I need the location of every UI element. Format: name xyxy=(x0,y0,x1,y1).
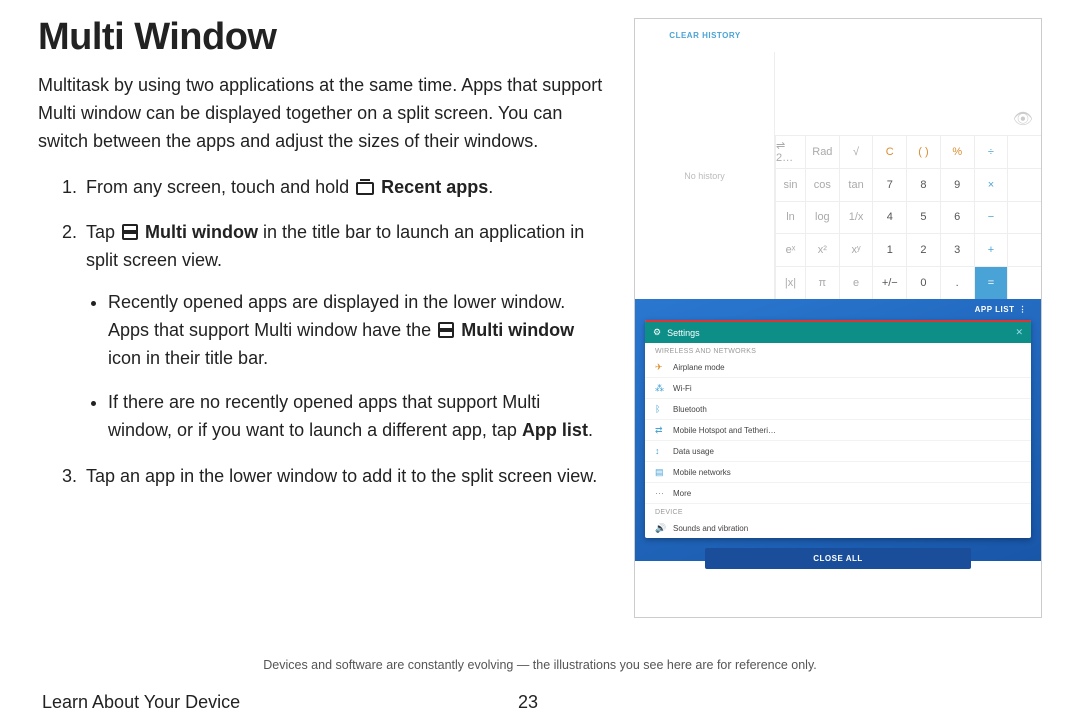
intro-paragraph: Multitask by using two applications at t… xyxy=(38,72,606,156)
disclaimer: Devices and software are constantly evol… xyxy=(38,658,1042,672)
page-number: 23 xyxy=(518,692,1038,713)
settings-icon: ⚙ xyxy=(653,327,661,338)
page-title: Multi Window xyxy=(38,18,606,58)
calc-display: 👁 xyxy=(775,19,1041,135)
clear-history: CLEAR HISTORY xyxy=(635,19,775,52)
steps-list: From any screen, touch and hold Recent a… xyxy=(82,174,606,491)
step-2-bullet-1: Recently opened apps are displayed in th… xyxy=(108,289,606,373)
step-2-bullet-2: If there are no recently opened apps tha… xyxy=(108,389,606,445)
no-history-label: No history xyxy=(635,52,775,299)
lower-split-recents: APP LIST⋮ ⚙ Settings ✕ WIRELESS AND NETW… xyxy=(635,299,1041,561)
footer-section: Learn About Your Device xyxy=(42,692,240,713)
close-all-button: CLOSE ALL xyxy=(705,548,971,569)
app-list-button: APP LIST⋮ xyxy=(635,299,1041,320)
step-3: Tap an app in the lower window to add it… xyxy=(82,463,606,491)
multi-window-icon xyxy=(438,322,454,338)
upper-split-calculator: CLEAR HISTORY No history 👁 ⇌ 2… Rad √ C … xyxy=(635,19,1041,299)
recent-apps-icon xyxy=(356,182,374,195)
card-header: ⚙ Settings ✕ xyxy=(645,320,1031,343)
step-2: Tap Multi window in the title bar to lau… xyxy=(82,219,606,444)
step-1: From any screen, touch and hold Recent a… xyxy=(82,174,606,202)
device-illustration: CLEAR HISTORY No history 👁 ⇌ 2… Rad √ C … xyxy=(634,18,1042,618)
close-icon: ✕ xyxy=(1015,327,1023,338)
multi-window-icon xyxy=(122,224,138,240)
calc-keypad: ⇌ 2… Rad √ C ( ) % ÷ sin cos tan 7 8 9 xyxy=(775,135,1041,299)
settings-card: ⚙ Settings ✕ WIRELESS AND NETWORKS ✈Airp… xyxy=(645,320,1031,538)
